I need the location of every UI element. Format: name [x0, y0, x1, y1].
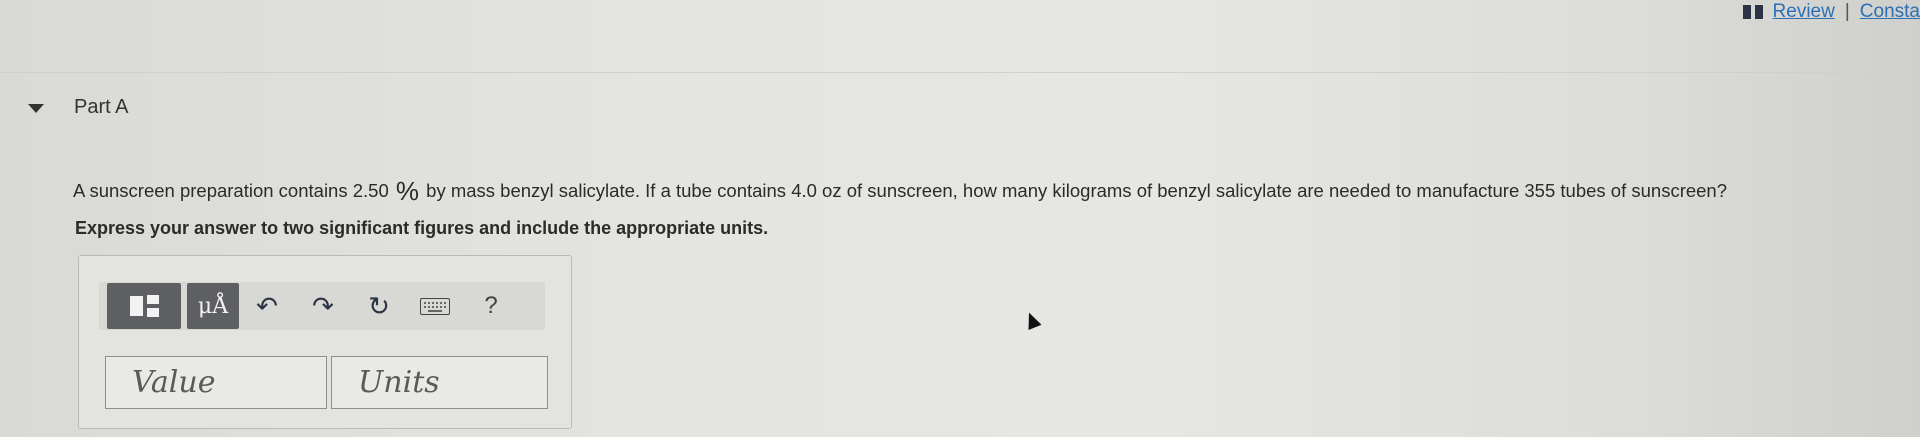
keyboard-button[interactable]	[407, 283, 463, 329]
answer-fields: Value Units	[105, 356, 548, 409]
keyboard-icon	[420, 297, 450, 315]
book-icon	[1742, 5, 1763, 19]
review-link[interactable]: Review	[1773, 1, 1835, 23]
collapse-caret-icon[interactable]	[28, 104, 44, 113]
constants-link[interactable]: Consta	[1860, 1, 1920, 23]
question-text-start: A sunscreen preparation contains 2.50	[73, 180, 394, 201]
units-button[interactable]: μÅ	[187, 283, 239, 329]
reset-icon[interactable]: ↻	[351, 283, 407, 329]
template-box-icon	[129, 296, 143, 316]
redo-icon[interactable]: ↷	[295, 283, 351, 329]
units-input[interactable]: Units	[331, 356, 548, 409]
question-text: A sunscreen preparation contains 2.50 % …	[73, 176, 1727, 207]
help-button[interactable]: ?	[463, 283, 519, 329]
mouse-pointer-icon	[1022, 309, 1042, 331]
section-divider	[0, 72, 1920, 73]
answer-panel: μÅ ↶ ↷ ↻ ? Value Units	[78, 255, 572, 429]
math-toolbar: μÅ ↶ ↷ ↻ ?	[99, 282, 545, 330]
part-title: Part A	[74, 96, 129, 118]
value-input[interactable]: Value	[105, 356, 327, 409]
answer-instruction: Express your answer to two significant f…	[75, 218, 769, 238]
part-header[interactable]: Part A	[28, 96, 128, 119]
undo-icon[interactable]: ↶	[239, 283, 295, 329]
question-text-end: by mass benzyl salicylate. If a tube con…	[421, 180, 1728, 201]
top-links-bar: Review | Consta	[1742, 0, 1920, 24]
percent-symbol: %	[395, 176, 420, 206]
fraction-template-icon	[146, 295, 159, 317]
templates-button[interactable]	[107, 283, 181, 329]
link-separator: |	[1844, 1, 1850, 22]
